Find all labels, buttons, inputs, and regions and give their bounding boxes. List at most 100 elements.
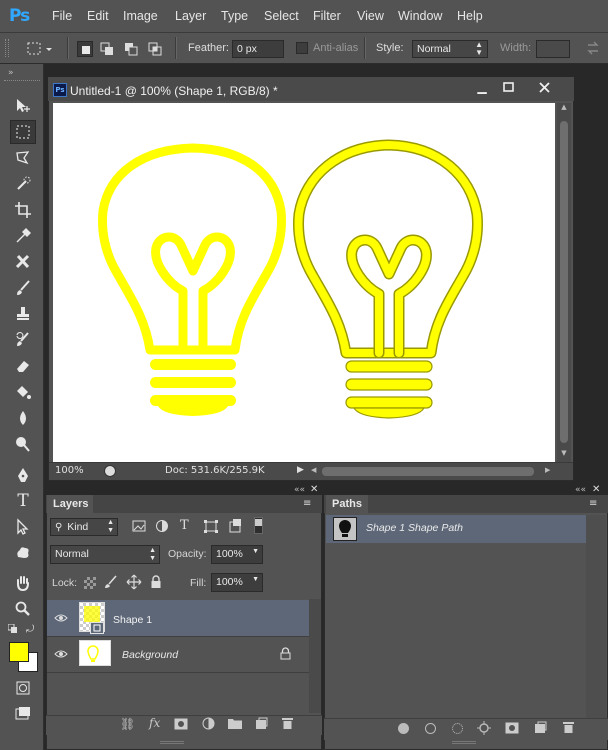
- quick-selection-tool[interactable]: [10, 172, 36, 196]
- screen-mode-button[interactable]: [10, 702, 36, 726]
- swap-width-height-button[interactable]: [585, 40, 601, 56]
- foreground-color-swatch[interactable]: [9, 642, 29, 662]
- new-path-button[interactable]: [534, 721, 547, 734]
- paths-panel-menu-icon[interactable]: ≡: [589, 498, 597, 509]
- path-name[interactable]: Shape 1 Shape Path: [366, 522, 463, 534]
- delete-path-button[interactable]: [562, 720, 575, 734]
- path-selection-tool[interactable]: [10, 515, 36, 539]
- paint-bucket-tool[interactable]: [10, 380, 36, 404]
- expand-tools-icon[interactable]: »: [8, 68, 14, 78]
- new-group-button[interactable]: [228, 718, 242, 729]
- filter-smart-object-button[interactable]: [228, 519, 242, 533]
- layers-scrollbar[interactable]: [309, 599, 321, 713]
- eraser-tool[interactable]: [10, 354, 36, 378]
- new-selection-button[interactable]: [77, 41, 93, 57]
- layer-visibility-toggle[interactable]: [54, 613, 68, 626]
- quick-mask-button[interactable]: [10, 676, 36, 700]
- add-path-mask-button[interactable]: [505, 722, 519, 734]
- fill-input[interactable]: 100% ▼: [211, 573, 263, 592]
- new-layer-button[interactable]: [255, 717, 268, 730]
- load-as-selection-icon[interactable]: [452, 723, 463, 734]
- collapse-layers-icon[interactable]: ««: [294, 485, 305, 495]
- minimize-button[interactable]: ▁: [470, 80, 494, 96]
- scroll-right-icon[interactable]: ▶: [545, 466, 550, 474]
- vertical-scrollbar[interactable]: ▲ ▼: [557, 103, 571, 462]
- move-tool[interactable]: [10, 94, 36, 118]
- close-document-button[interactable]: [527, 80, 563, 96]
- paths-resize-grip[interactable]: [452, 741, 476, 744]
- crop-tool[interactable]: [10, 198, 36, 222]
- tool-preset-picker[interactable]: [24, 40, 54, 58]
- lock-all-button[interactable]: [150, 575, 162, 589]
- fill-path-icon[interactable]: [398, 723, 409, 734]
- close-layers-panel-icon[interactable]: ✕: [310, 484, 318, 495]
- lock-pixels-button[interactable]: [104, 575, 118, 589]
- vertical-scroll-thumb[interactable]: [560, 121, 568, 443]
- pen-tool[interactable]: [10, 463, 36, 487]
- lock-position-button[interactable]: [126, 574, 142, 590]
- options-grip[interactable]: [5, 39, 9, 57]
- document-canvas[interactable]: [53, 103, 555, 462]
- chevron-down-icon[interactable]: ▼: [252, 548, 259, 555]
- collapse-paths-icon[interactable]: ««: [575, 485, 586, 495]
- lock-transparency-icon[interactable]: [84, 577, 96, 589]
- blur-tool[interactable]: [10, 406, 36, 430]
- layer-name[interactable]: Background: [122, 649, 178, 661]
- scroll-up-icon[interactable]: ▲: [557, 103, 571, 115]
- custom-shape-tool[interactable]: [10, 541, 36, 565]
- width-input[interactable]: [536, 40, 570, 58]
- delete-layer-button[interactable]: [281, 716, 294, 730]
- menu-select[interactable]: Select: [264, 9, 299, 23]
- background-layer-thumbnail[interactable]: [79, 640, 111, 666]
- menu-file[interactable]: File: [52, 9, 72, 23]
- blend-mode-select[interactable]: Normal ▲ ▼: [50, 545, 160, 564]
- filter-type-icon[interactable]: T: [180, 518, 189, 533]
- menu-image[interactable]: Image: [123, 9, 158, 23]
- zoom-tool[interactable]: [10, 597, 36, 621]
- stroke-path-icon[interactable]: [425, 723, 436, 734]
- zoom-level[interactable]: 100%: [55, 465, 84, 476]
- antialias-checkbox[interactable]: [296, 42, 308, 54]
- new-adjustment-button[interactable]: [202, 717, 215, 730]
- eyedropper-tool[interactable]: [10, 224, 36, 248]
- status-menu-arrow-icon[interactable]: ▶: [297, 465, 304, 475]
- menu-window[interactable]: Window: [398, 9, 442, 23]
- menu-view[interactable]: View: [357, 9, 384, 23]
- make-work-path-button[interactable]: [477, 721, 491, 735]
- maximize-button[interactable]: [497, 80, 521, 96]
- scroll-down-icon[interactable]: ▼: [557, 449, 571, 461]
- filter-adjustment-button[interactable]: [155, 519, 169, 533]
- layer-style-fx-icon[interactable]: fx: [149, 716, 160, 730]
- menu-type[interactable]: Type: [221, 9, 248, 23]
- lasso-tool[interactable]: [10, 146, 36, 170]
- status-info-icon[interactable]: [104, 465, 116, 477]
- filter-pixel-button[interactable]: [132, 520, 146, 533]
- filter-kind-select[interactable]: ⚲ Kind ▲ ▼: [50, 518, 118, 536]
- filter-toggle-switch[interactable]: [254, 517, 263, 534]
- close-paths-panel-icon[interactable]: ✕: [592, 484, 600, 495]
- brush-tool[interactable]: [10, 276, 36, 300]
- scroll-left-icon[interactable]: ◀: [311, 466, 316, 474]
- layer-visibility-toggle[interactable]: [54, 649, 68, 662]
- subtract-selection-button[interactable]: [123, 41, 139, 57]
- layers-panel-menu-icon[interactable]: ≡: [303, 498, 311, 509]
- filter-shape-button[interactable]: [204, 520, 218, 533]
- layer-name[interactable]: Shape 1: [113, 614, 152, 626]
- horizontal-scroll-thumb[interactable]: [322, 467, 534, 476]
- add-mask-button[interactable]: [174, 718, 188, 730]
- history-brush-tool[interactable]: [10, 328, 36, 352]
- feather-input[interactable]: 0 px: [232, 40, 284, 58]
- menu-layer[interactable]: Layer: [175, 9, 206, 23]
- healing-brush-tool[interactable]: [10, 250, 36, 274]
- menu-help[interactable]: Help: [457, 9, 483, 23]
- intersect-selection-button[interactable]: [147, 41, 163, 57]
- rectangular-marquee-tool[interactable]: [10, 120, 36, 144]
- opacity-input[interactable]: 100% ▼: [211, 545, 263, 564]
- menu-filter[interactable]: Filter: [313, 9, 341, 23]
- hand-tool[interactable]: [10, 571, 36, 595]
- swap-colors-icon[interactable]: ⤾: [26, 624, 34, 635]
- layers-resize-grip[interactable]: [160, 741, 184, 744]
- dodge-tool[interactable]: [10, 432, 36, 456]
- default-colors-button[interactable]: [7, 623, 20, 636]
- chevron-down-icon[interactable]: ▼: [252, 576, 259, 583]
